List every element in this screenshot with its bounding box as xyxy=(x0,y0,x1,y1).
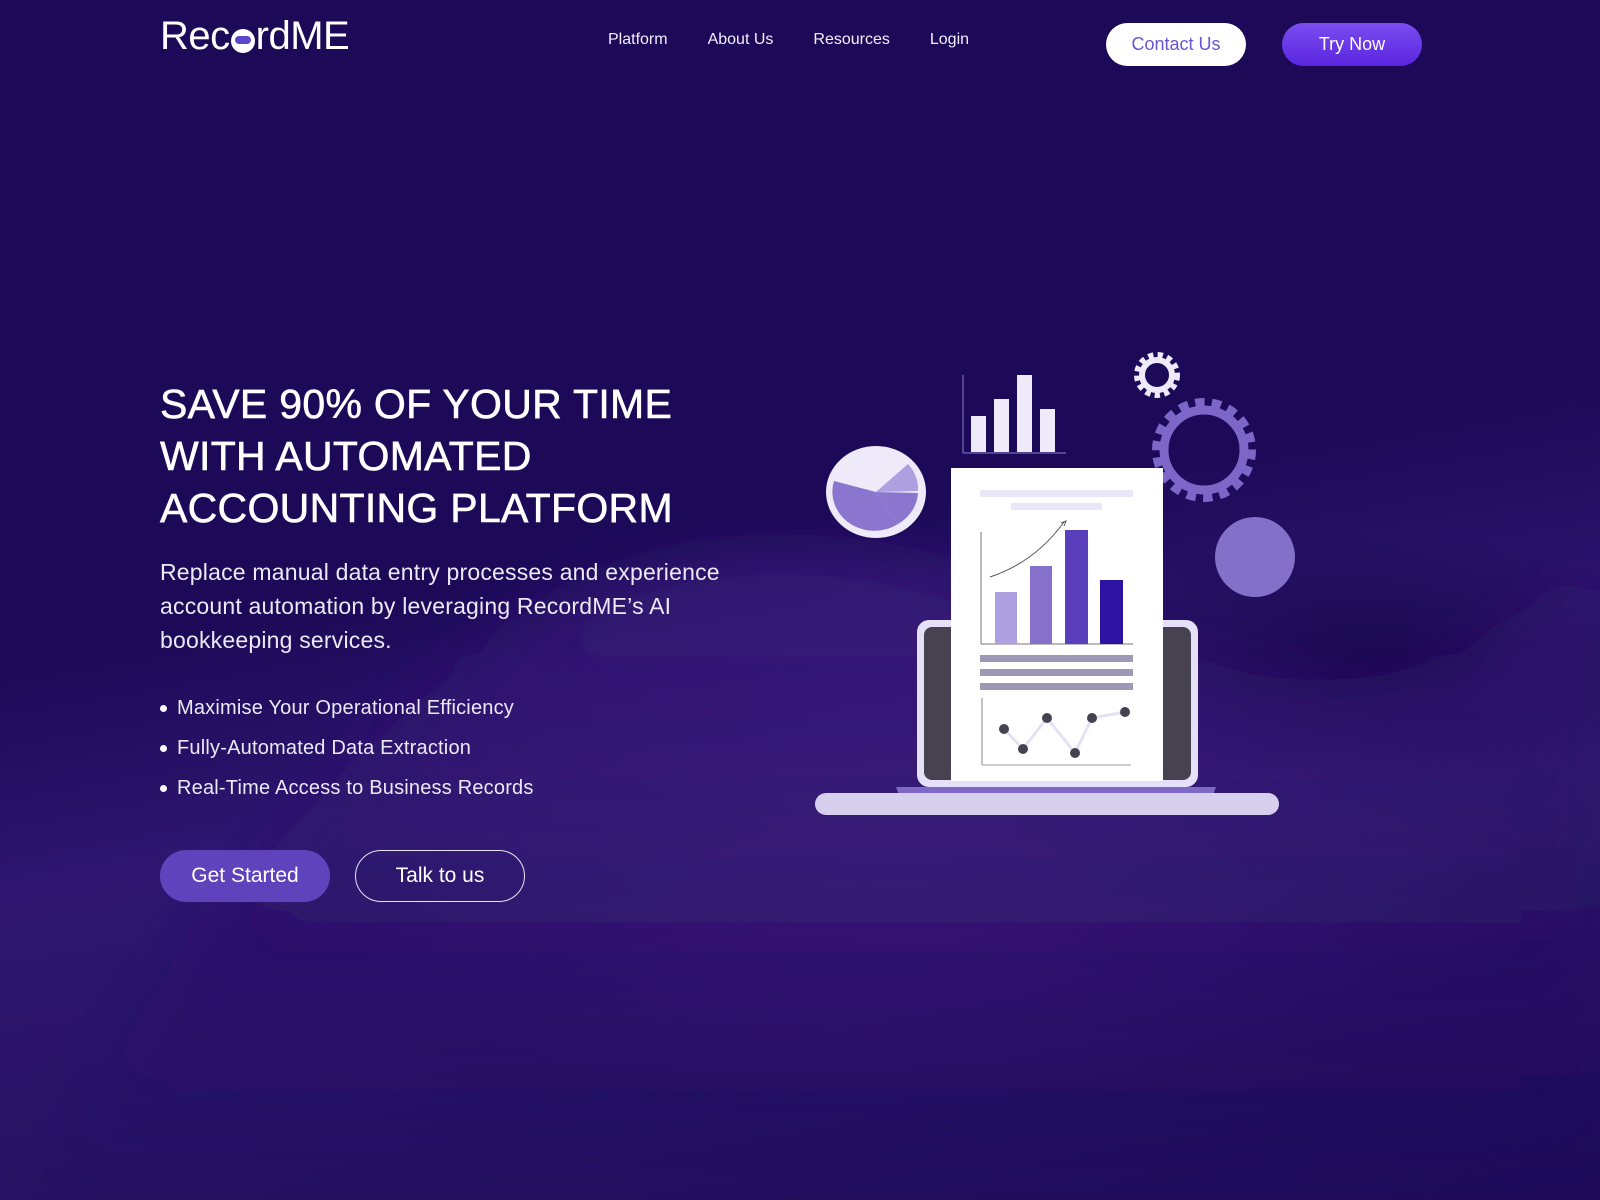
nav-resources[interactable]: Resources xyxy=(813,31,889,49)
large-gear-icon xyxy=(1152,398,1256,502)
hero-title: SAVE 90% OF YOUR TIME WITH AUTOMATED ACC… xyxy=(160,378,780,534)
contact-us-button[interactable]: Contact Us xyxy=(1106,23,1246,66)
try-now-button[interactable]: Try Now xyxy=(1282,23,1422,66)
decorative-circle xyxy=(1215,517,1295,597)
feature-text: Maximise Your Operational Efficiency xyxy=(177,697,514,719)
hero-title-line: WITH AUTOMATED xyxy=(160,433,532,480)
floating-bar-chart-icon xyxy=(962,375,1066,454)
feature-text: Real-Time Access to Business Records xyxy=(177,777,534,799)
bullet-icon xyxy=(160,744,167,752)
logo[interactable]: Rec rdME xyxy=(160,14,350,59)
get-started-button[interactable]: Get Started xyxy=(160,850,330,902)
hero-title-line: ACCOUNTING PLATFORM xyxy=(160,485,673,532)
logo-text-start: Rec xyxy=(160,14,230,58)
feature-list: Maximise Your Operational Efficiency Ful… xyxy=(160,688,534,808)
logo-text-end: rdME xyxy=(255,14,350,58)
talk-to-us-button[interactable]: Talk to us xyxy=(355,850,525,902)
feature-text: Fully-Automated Data Extraction xyxy=(177,737,472,759)
hero-illustration xyxy=(815,352,1295,815)
hero-description: Replace manual data entry processes and … xyxy=(160,559,720,653)
feature-item: Fully-Automated Data Extraction xyxy=(160,728,534,768)
hero-title-line: SAVE 90% OF YOUR TIME xyxy=(160,381,673,428)
main-nav: Platform About Us Resources Login xyxy=(608,31,969,49)
nav-login[interactable]: Login xyxy=(930,31,969,49)
landing-page: Rec rdME Platform About Us Resources Logi… xyxy=(0,0,1600,1200)
report-document xyxy=(951,468,1163,781)
robot-logo-icon xyxy=(230,28,255,53)
feature-item: Maximise Your Operational Efficiency xyxy=(160,688,534,728)
nav-about-us[interactable]: About Us xyxy=(708,31,774,49)
bullet-icon xyxy=(160,784,167,792)
pie-chart-icon xyxy=(826,446,926,538)
nav-platform[interactable]: Platform xyxy=(608,31,668,49)
bullet-icon xyxy=(160,704,167,712)
feature-item: Real-Time Access to Business Records xyxy=(160,768,534,808)
site-header: Rec rdME Platform About Us Resources Logi… xyxy=(0,0,1600,90)
small-gear-icon xyxy=(1134,352,1180,398)
